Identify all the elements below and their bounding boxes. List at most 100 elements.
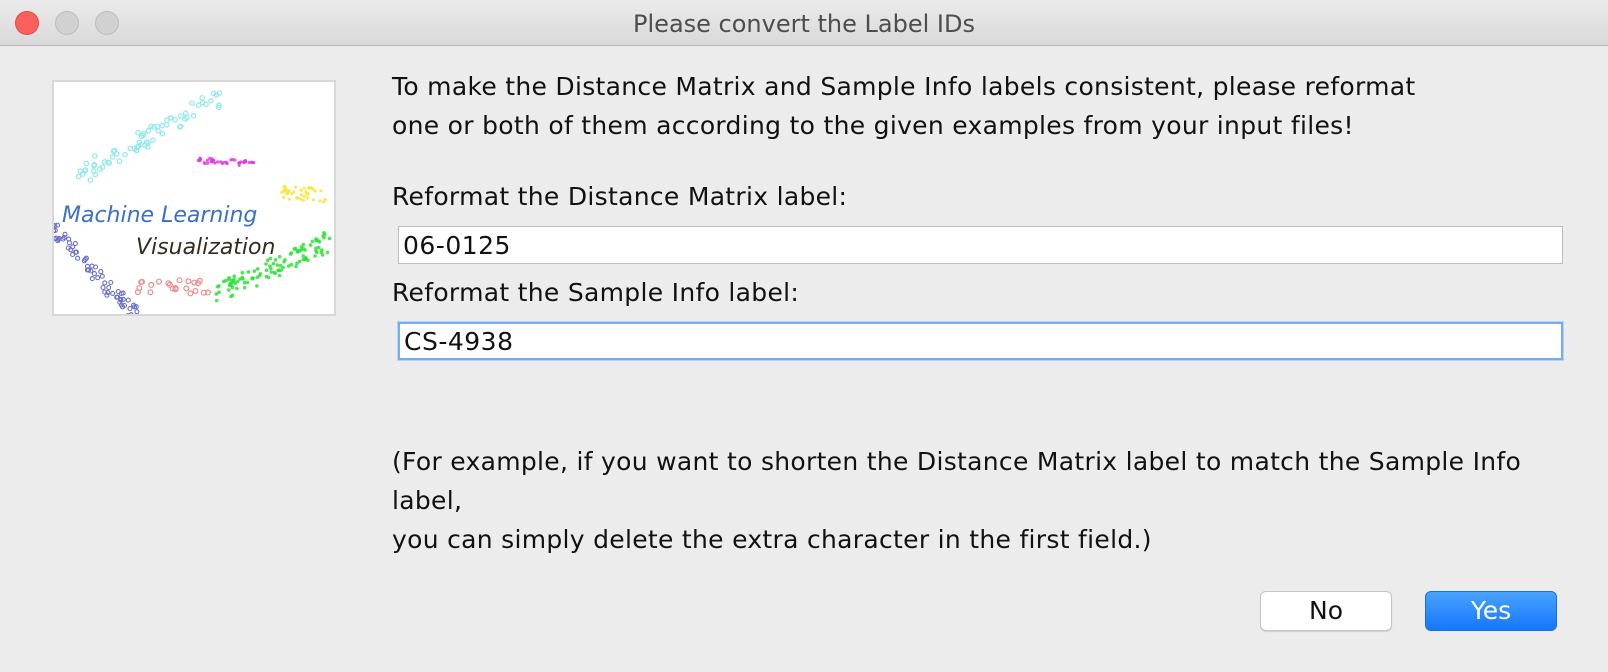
logo-dot bbox=[99, 273, 105, 279]
logo-dot bbox=[75, 255, 81, 261]
logo-dot bbox=[203, 161, 207, 166]
logo-dot bbox=[284, 187, 288, 191]
logo-dot bbox=[127, 306, 133, 312]
logo-dot bbox=[189, 100, 195, 107]
logo-dot bbox=[277, 273, 282, 278]
logo-dot bbox=[206, 161, 210, 165]
logo-dot bbox=[198, 156, 202, 160]
logo-dot bbox=[302, 198, 306, 202]
logo-dot bbox=[227, 277, 231, 281]
logo-dot bbox=[327, 236, 332, 241]
example-note-line-1: (For example, if you want to shorten the… bbox=[392, 447, 1522, 515]
logo-dot bbox=[307, 186, 311, 190]
logo-dot bbox=[290, 192, 294, 196]
logo-dot bbox=[148, 281, 155, 288]
logo-dot bbox=[125, 297, 131, 303]
logo-dot bbox=[306, 192, 310, 196]
distance-matrix-field[interactable] bbox=[398, 226, 1563, 264]
logo-dot bbox=[266, 275, 271, 280]
logo-dot bbox=[155, 127, 162, 134]
logo-dot bbox=[108, 279, 114, 286]
logo-dot bbox=[322, 200, 326, 204]
logo-dot bbox=[98, 269, 104, 275]
logo-dot bbox=[301, 246, 306, 251]
distance-matrix-label: Reformat the Distance Matrix label: bbox=[392, 182, 848, 211]
logo-dot bbox=[232, 274, 236, 278]
logo-dot bbox=[310, 239, 315, 244]
title-bar[interactable]: Please convert the Label IDs bbox=[0, 0, 1608, 46]
logo-dot bbox=[89, 276, 95, 282]
logo-dot bbox=[190, 112, 197, 119]
logo-dot bbox=[295, 196, 299, 200]
example-note-line-2: you can simply delete the extra characte… bbox=[392, 525, 1152, 554]
logo-dot bbox=[271, 261, 276, 266]
logo-dot bbox=[54, 222, 56, 228]
logo-dot bbox=[134, 309, 140, 314]
logo-dot bbox=[102, 280, 108, 286]
logo-dot bbox=[236, 279, 240, 284]
logo-dot bbox=[299, 188, 303, 192]
logo-dot bbox=[145, 127, 152, 134]
logo-dot bbox=[258, 272, 263, 276]
logo-dot bbox=[322, 235, 326, 240]
logo-dot bbox=[316, 245, 321, 250]
logo-dot bbox=[241, 277, 245, 281]
logo-dot bbox=[159, 122, 166, 129]
logo-dot bbox=[304, 256, 308, 260]
logo-dot bbox=[285, 192, 289, 196]
logo-dot bbox=[287, 197, 291, 201]
logo-dot bbox=[299, 193, 303, 197]
logo-dot bbox=[199, 95, 205, 101]
logo-dot bbox=[286, 264, 291, 268]
logo-dot bbox=[313, 254, 317, 258]
no-button[interactable]: No bbox=[1260, 591, 1392, 631]
logo-dot bbox=[114, 151, 120, 157]
logo-dot bbox=[230, 293, 235, 298]
logo-dot bbox=[192, 288, 199, 295]
logo-dot bbox=[54, 222, 61, 228]
logo-dot bbox=[318, 199, 322, 203]
logo-dot bbox=[250, 160, 255, 164]
window-title: Please convert the Label IDs bbox=[633, 10, 975, 38]
logo-dot bbox=[235, 286, 239, 291]
yes-button[interactable]: Yes bbox=[1425, 591, 1557, 631]
logo-dot bbox=[255, 284, 259, 288]
logo-dot bbox=[320, 248, 324, 252]
logo-dot bbox=[293, 185, 298, 189]
logo-dot bbox=[100, 284, 106, 291]
app-logo: Machine Learning Visualization bbox=[52, 80, 336, 316]
logo-dot bbox=[296, 248, 300, 253]
logo-dot bbox=[308, 243, 313, 247]
logo-dot bbox=[311, 187, 315, 191]
logo-text-line2: Visualization bbox=[136, 235, 275, 260]
logo-dot bbox=[214, 298, 219, 303]
logo-dot bbox=[320, 253, 325, 257]
logo-dot bbox=[294, 264, 298, 269]
logo-dot bbox=[264, 268, 269, 272]
logo-dot bbox=[221, 279, 226, 284]
logo-dot bbox=[244, 160, 248, 164]
logo-dot bbox=[305, 196, 310, 200]
logo-dot bbox=[159, 130, 166, 137]
logo-dot bbox=[301, 242, 306, 247]
logo-dot bbox=[230, 285, 235, 290]
logo-dot bbox=[109, 154, 116, 160]
logo-dot bbox=[176, 277, 183, 284]
logo-dot bbox=[183, 285, 190, 292]
logo-dot bbox=[311, 198, 315, 202]
logo-dot bbox=[279, 268, 283, 273]
logo-dot bbox=[195, 102, 202, 109]
logo-dot bbox=[242, 280, 247, 285]
logo-scatter-graphic: Machine Learning Visualization bbox=[54, 90, 332, 314]
logo-dot bbox=[287, 189, 291, 193]
logo-dot bbox=[325, 250, 330, 255]
logo-dot bbox=[233, 158, 237, 162]
logo-dot bbox=[122, 151, 128, 158]
logo-dot bbox=[227, 288, 231, 292]
sample-info-field[interactable] bbox=[398, 322, 1563, 360]
logo-dot bbox=[178, 113, 184, 119]
logo-dot bbox=[172, 116, 178, 123]
logo-dot bbox=[282, 195, 286, 200]
logo-dot bbox=[255, 267, 260, 271]
logo-dot bbox=[211, 160, 215, 164]
